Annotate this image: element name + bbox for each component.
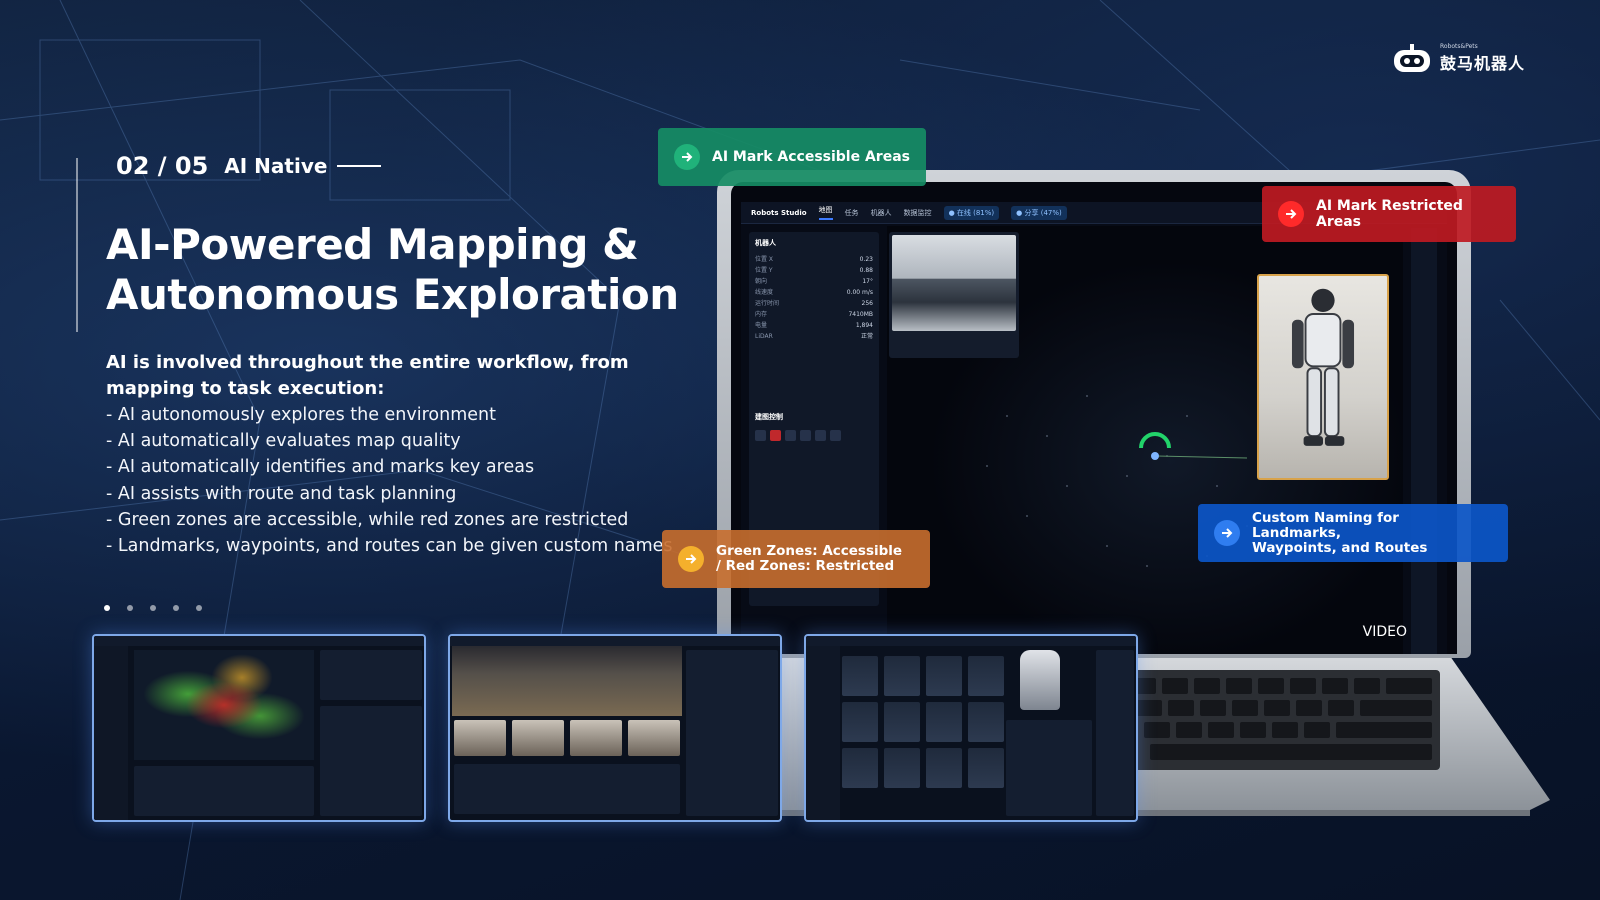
warehouse-scene-image [452, 646, 682, 716]
info-row: 运行时间 256 [755, 300, 873, 307]
feature-item: - AI automatically evaluates map quality [106, 431, 461, 452]
feature-item: - AI automatically identifies and marks … [106, 457, 535, 478]
app-brand: Robots Studio [751, 208, 807, 217]
callout-restricted-areas: AI Mark Restricted Areas [1262, 186, 1516, 242]
page-title: AI-Powered Mapping & Autonomous Explorat… [106, 220, 726, 320]
thumbnail-scene-view[interactable] [448, 634, 782, 822]
feature-item: - Landmarks, waypoints, and routes can b… [106, 536, 673, 557]
callout-zones: Green Zones: Accessible / Red Zones: Res… [662, 530, 930, 588]
slide-dot[interactable] [150, 605, 156, 611]
callout-accessible-areas: AI Mark Accessible Areas [658, 128, 926, 186]
tab-map[interactable]: 地图 [818, 205, 833, 220]
logo-subtitle: Robots&Pets [1440, 42, 1478, 50]
status-chip-online: ● 在线 (81%) [943, 205, 1000, 220]
tab-robots[interactable]: 机器人 [871, 208, 892, 218]
info-row: 位置 X 0.23 [755, 256, 873, 263]
slide-dot[interactable] [127, 605, 133, 611]
section-header: 02 / 05 AI Native [116, 152, 382, 180]
arrow-right-icon [674, 144, 700, 170]
logo-name: 鼓马机器人 [1440, 53, 1526, 73]
info-row: 电量 1,894 [755, 322, 873, 329]
thumbnail-map-dashboard[interactable] [92, 634, 426, 822]
status-chip-share: ● 分享 (47%) [1011, 205, 1067, 220]
feature-list: - AI autonomously explores the environme… [106, 402, 706, 559]
heatmap-image [134, 650, 314, 760]
office-camera-image [892, 235, 1016, 331]
arrow-right-icon [1278, 201, 1304, 227]
feature-item: - AI autonomously explores the environme… [106, 405, 496, 425]
camera-feed-thumbnail[interactable] [889, 232, 1019, 358]
section-dash [337, 165, 382, 167]
robot-camera-view[interactable] [1257, 274, 1389, 480]
arrow-right-icon [1214, 520, 1240, 546]
slide-dots [104, 605, 202, 611]
feature-item: - AI assists with route and task plannin… [106, 483, 457, 504]
slide-dot[interactable] [104, 605, 110, 611]
info-row: 朝向 17° [755, 278, 873, 285]
page-number: 02 / 05 [116, 152, 209, 180]
control-button[interactable] [830, 430, 841, 441]
callout-custom-naming: Custom Naming for Landmarks, Waypoints, … [1198, 504, 1508, 562]
screenshot-thumbnails [92, 634, 1138, 822]
arrow-right-icon [678, 546, 704, 572]
mapping-controls [755, 430, 873, 441]
title-line-1: AI-Powered Mapping & [106, 220, 639, 269]
slide-dot[interactable] [173, 605, 179, 611]
record-button[interactable] [770, 430, 781, 441]
control-button[interactable] [800, 430, 811, 441]
brand-logo: Robots&Pets 鼓马机器人 [1392, 42, 1525, 74]
info-row: 内存 7410MB [755, 311, 873, 318]
control-button[interactable] [815, 430, 826, 441]
intro-text: AI is involved throughout the entire wor… [106, 352, 629, 399]
right-toolbar [1411, 228, 1437, 654]
callout-text: AI Mark Restricted Areas [1316, 198, 1463, 230]
divider-line [76, 158, 78, 332]
tab-tasks[interactable]: 任务 [845, 208, 859, 218]
robot-logo-icon [1394, 44, 1430, 72]
robot-preview [1020, 650, 1060, 710]
callout-text: Green Zones: Accessible / Red Zones: Res… [716, 543, 903, 574]
title-line-2: Autonomous Exploration [106, 270, 679, 319]
slide-dot[interactable] [196, 605, 202, 611]
humanoid-robot-image [1291, 288, 1355, 446]
panel-title: 机器人 [755, 239, 776, 247]
tab-monitor[interactable]: 数据监控 [904, 208, 932, 218]
info-row: 线速度 0.00 m/s [755, 289, 873, 296]
thumbnail-robot-collection[interactable] [804, 634, 1138, 822]
video-label: VIDEO [1362, 624, 1407, 640]
callout-text: AI Mark Accessible Areas [712, 149, 910, 165]
control-title: 建图控制 [755, 413, 783, 421]
callout-text: Custom Naming for Landmarks, Waypoints, … [1252, 509, 1428, 556]
info-row: 位置 Y 0.88 [755, 267, 873, 274]
info-row: LiDAR 正常 [755, 333, 873, 340]
control-button[interactable] [785, 430, 796, 441]
feature-item: - Green zones are accessible, while red … [106, 509, 629, 530]
control-button[interactable] [755, 430, 766, 441]
section-label: AI Native [224, 154, 328, 178]
